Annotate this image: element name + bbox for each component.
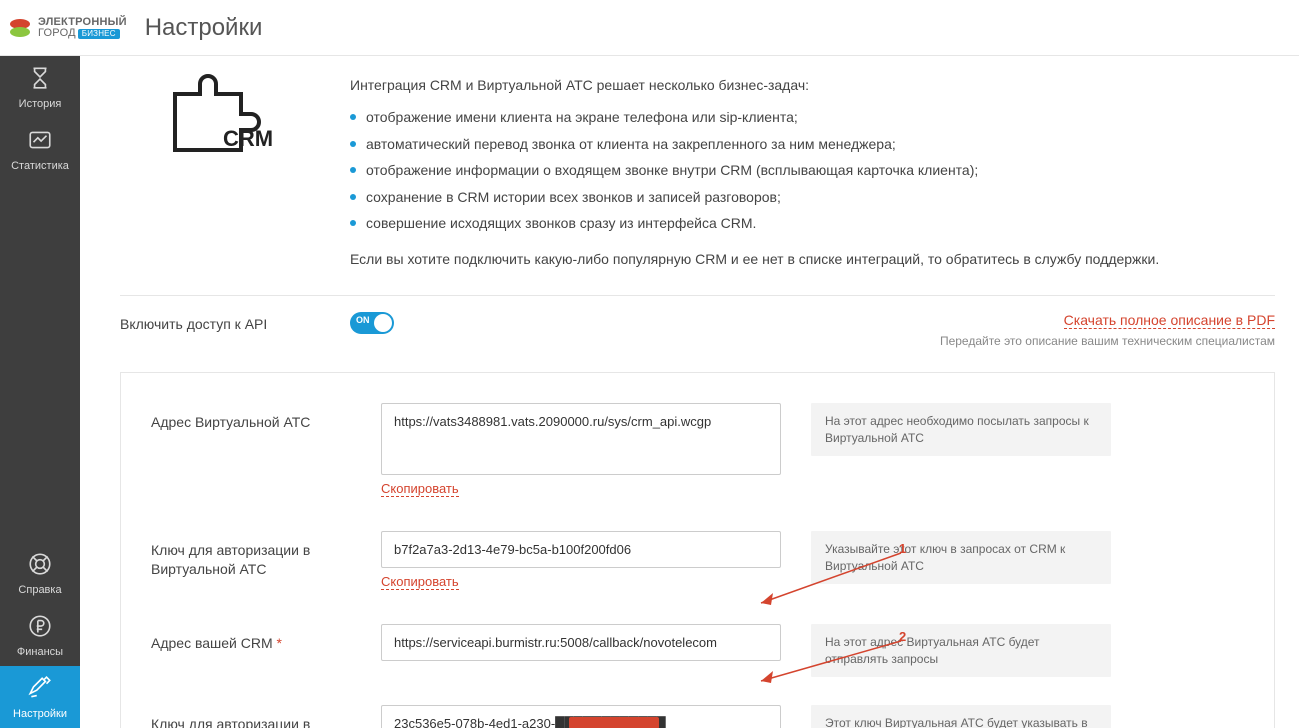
- crm-puzzle-icon: CRM: [120, 74, 320, 271]
- logo-icon: [8, 16, 32, 40]
- copy-button[interactable]: Скопировать: [381, 481, 459, 497]
- intro-note: Если вы хотите подключить какую-либо поп…: [350, 248, 1275, 270]
- api-access-row: Включить доступ к API ON Скачать полное …: [120, 312, 1275, 348]
- sidebar-item-finance[interactable]: Финансы: [0, 604, 80, 666]
- vats-address-input[interactable]: [381, 403, 781, 475]
- ruble-icon: [27, 613, 53, 642]
- sidebar-item-help[interactable]: Справка: [0, 542, 80, 604]
- intro-bullet: сохранение в CRM истории всех звонков и …: [350, 186, 1275, 208]
- field-hint: На этот адрес Виртуальная АТС будет отпр…: [811, 624, 1111, 678]
- sidebar-item-label: Финансы: [17, 646, 63, 658]
- sidebar-item-stats[interactable]: Статистика: [0, 118, 80, 180]
- field-hint: Этот ключ Виртуальная АТС будет указыват…: [811, 705, 1111, 728]
- intro-bullet: отображение информации о входящем звонке…: [350, 159, 1275, 181]
- sidebar-item-label: История: [19, 98, 62, 110]
- intro-bullet: автоматический перевод звонка от клиента…: [350, 133, 1275, 155]
- tools-icon: [27, 675, 53, 704]
- sidebar-item-label: Справка: [18, 584, 61, 596]
- api-toggle[interactable]: ON: [350, 312, 394, 334]
- api-form: Адрес Виртуальной АТС Скопировать На это…: [120, 372, 1275, 728]
- form-row-crm-address: Адрес вашей CRM * На этот адрес Виртуаль…: [151, 624, 1244, 678]
- intro-bullet: совершение исходящих звонков сразу из ин…: [350, 212, 1275, 234]
- sidebar-item-label: Настройки: [13, 708, 67, 720]
- sidebar-item-history[interactable]: История: [0, 56, 80, 118]
- form-row-vats-address: Адрес Виртуальной АТС Скопировать На это…: [151, 403, 1244, 497]
- sidebar-item-label: Статистика: [11, 160, 69, 172]
- intro-section: CRM Интеграция CRM и Виртуальной АТС реш…: [120, 74, 1275, 271]
- download-pdf-subtext: Передайте это описание вашим техническим…: [940, 334, 1275, 348]
- section-divider: [120, 295, 1275, 296]
- hourglass-icon: [27, 65, 53, 94]
- lifebuoy-icon: [27, 551, 53, 580]
- app-header: ЭЛЕКТРОННЫЙ ГОРОДБИЗНЕС Настройки: [0, 0, 1299, 56]
- field-hint: На этот адрес необходимо посылать запрос…: [811, 403, 1111, 457]
- content-area: CRM Интеграция CRM и Виртуальной АТС реш…: [80, 56, 1299, 728]
- crm-key-input[interactable]: [381, 705, 781, 728]
- form-row-crm-key: Ключ для авторизации в вашей CRM * Этот …: [151, 705, 1244, 728]
- copy-button[interactable]: Скопировать: [381, 574, 459, 590]
- field-label: Ключ для авторизации в Виртуальной АТС: [151, 531, 351, 580]
- intro-bullets: отображение имени клиента на экране теле…: [350, 106, 1275, 234]
- chart-icon: [27, 127, 53, 156]
- crm-address-input[interactable]: [381, 624, 781, 661]
- field-label: Адрес Виртуальной АТС: [151, 403, 351, 433]
- svg-text:CRM: CRM: [223, 126, 273, 151]
- field-label: Ключ для авторизации в вашей CRM *: [151, 705, 351, 728]
- intro-bullet: отображение имени клиента на экране теле…: [350, 106, 1275, 128]
- api-access-label: Включить доступ к API: [120, 312, 320, 332]
- logo-text: ЭЛЕКТРОННЫЙ ГОРОДБИЗНЕС: [38, 17, 127, 39]
- brand-logo: ЭЛЕКТРОННЫЙ ГОРОДБИЗНЕС: [8, 16, 127, 40]
- form-row-vats-key: Ключ для авторизации в Виртуальной АТС С…: [151, 531, 1244, 590]
- intro-text: Интеграция CRM и Виртуальной АТС решает …: [350, 74, 1275, 271]
- sidebar-item-settings[interactable]: Настройки: [0, 666, 80, 728]
- page-title: Настройки: [145, 14, 263, 42]
- vats-key-input[interactable]: [381, 531, 781, 568]
- field-hint: Указывайте этот ключ в запросах от CRM к…: [811, 531, 1111, 585]
- intro-lead: Интеграция CRM и Виртуальной АТС решает …: [350, 74, 1275, 96]
- sidebar: История Статистика Справка Финансы: [0, 56, 80, 728]
- field-label: Адрес вашей CRM *: [151, 624, 351, 654]
- download-pdf-link[interactable]: Скачать полное описание в PDF: [1064, 312, 1275, 329]
